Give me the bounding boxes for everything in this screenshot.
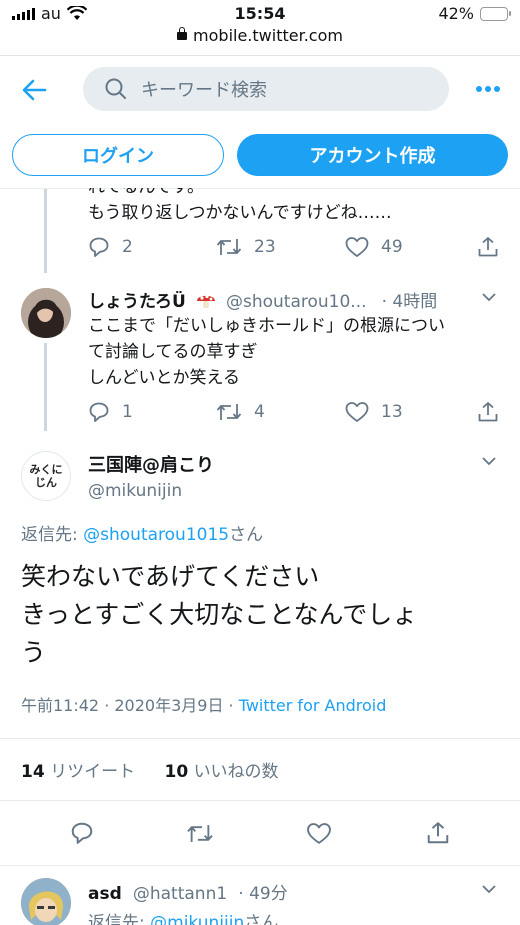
tweet-header: しょうたろÜ @shoutarou10... · 4時間 (88, 287, 437, 312)
share-icon[interactable] (477, 401, 499, 423)
reply-icon[interactable] (70, 821, 94, 845)
url-bar[interactable]: mobile.twitter.com (0, 26, 520, 52)
like-count: 13 (381, 402, 403, 422)
reply-suffix: さん (229, 525, 264, 545)
reply-icon (89, 237, 109, 257)
heart-icon (345, 402, 369, 422)
tweet-text: れてるんです。 もう取り返しつかないんですけどね…… (88, 188, 508, 228)
search-box[interactable]: キーワード検索 (83, 67, 449, 111)
tweet-text: ここまで「だいしゅきホールド」の根源につい て討論してるの草すぎ しんどいとか笑… (88, 313, 508, 391)
like-button[interactable]: 13 (345, 401, 403, 423)
like-label: いいねの数 (193, 762, 279, 782)
user-handle[interactable]: @hattann1 (133, 884, 227, 904)
status-bar: au 15:54 42% (0, 0, 520, 28)
display-name[interactable]: しょうたろÜ (88, 292, 186, 312)
avatar-text: みくに (29, 463, 63, 476)
tweet-header: asd @hattann1 · 49分 (88, 879, 288, 904)
divider (0, 738, 520, 739)
reply-context: 返信先: @mikunijinさん (88, 908, 278, 925)
retweet-icon (216, 239, 242, 255)
tweet-text-line: 笑わないであげてください (21, 562, 320, 591)
tweet-timestamp[interactable]: 午前11:42 · 2020年3月9日 · (21, 696, 239, 715)
auth-bar: ログイン アカウント作成 (0, 134, 520, 178)
search-icon (105, 78, 126, 99)
login-button[interactable]: ログイン (12, 134, 224, 176)
mushroom-emoji-icon (195, 291, 217, 309)
battery-icon (480, 6, 511, 21)
reply-prefix: 返信先: (88, 913, 151, 925)
display-name[interactable]: 三国陣@肩こり (88, 451, 214, 477)
chevron-down-icon[interactable] (482, 884, 496, 894)
reply-count: 2 (122, 237, 133, 257)
tweet-text-line: て討論してるの草すぎ (88, 342, 258, 362)
reply-to-link[interactable]: @mikunijin (150, 913, 244, 925)
divider (0, 865, 520, 866)
retweet-count: 23 (254, 237, 276, 257)
reply-button[interactable]: 2 (88, 236, 133, 258)
author-info[interactable]: 三国陣@肩こり @mikunijin (88, 451, 214, 501)
avatar[interactable]: みくに じん (21, 451, 71, 501)
heart-icon (345, 237, 369, 257)
retweet-button[interactable]: 23 (216, 236, 276, 258)
display-name[interactable]: asd (88, 884, 122, 904)
retweet-count: 4 (254, 402, 265, 422)
avatar-text: じん (35, 476, 57, 489)
url-text: mobile.twitter.com (193, 26, 343, 45)
back-arrow-icon[interactable] (20, 76, 48, 104)
share-icon[interactable] (426, 821, 450, 845)
retweets-stat[interactable]: 14 リツイート (21, 762, 135, 782)
thread-line (44, 189, 47, 273)
tweet-text-line: ここまで「だいしゅきホールド」の根源につい (88, 316, 445, 336)
like-count: 49 (381, 237, 403, 257)
reply-button[interactable]: 1 (88, 401, 133, 423)
battery-info: 42% (438, 4, 511, 23)
tweet-text-line: れてるんです。 (88, 188, 204, 200)
signup-button[interactable]: アカウント作成 (237, 134, 508, 176)
lock-icon (177, 27, 188, 40)
reply-prefix: 返信先: (21, 525, 84, 545)
retweet-icon[interactable] (186, 822, 214, 845)
chevron-down-icon[interactable] (482, 292, 496, 302)
avatar[interactable] (21, 878, 71, 925)
retweet-button[interactable]: 4 (216, 401, 265, 423)
tweet-time[interactable]: · 49分 (238, 884, 287, 904)
tweet-text-line: もう取り返しつかないんですけどね…… (88, 203, 392, 223)
main-tweet-text: 笑わないであげてください きっとすごく大切なことなんでしょ う (21, 558, 511, 672)
like-total: 10 (164, 762, 189, 782)
like-button[interactable]: 49 (345, 236, 403, 258)
user-handle[interactable]: @shoutarou10... (226, 292, 367, 312)
retweet-total: 14 (21, 762, 45, 782)
retweet-icon (216, 404, 242, 420)
tweet-source[interactable]: Twitter for Android (239, 696, 387, 715)
app-header: キーワード検索 (0, 64, 520, 114)
tweet-text-line: う (21, 638, 47, 667)
reply-suffix: さん (244, 913, 279, 925)
tweet-stats: 14 リツイート 10 いいねの数 (21, 757, 279, 782)
avatar[interactable] (21, 288, 71, 338)
tweet-time[interactable]: · 4時間 (382, 292, 438, 312)
tweet-text-line: しんどいとか笑える (88, 368, 240, 388)
divider (0, 800, 520, 801)
divider (0, 55, 520, 56)
tweet-text-line: きっとすごく大切なことなんでしょ (21, 600, 418, 629)
user-handle[interactable]: @mikunijin (88, 481, 214, 501)
retweet-label: リツイート (50, 762, 136, 782)
reply-context: 返信先: @shoutarou1015さん (21, 520, 263, 545)
reply-to-link[interactable]: @shoutarou1015 (83, 525, 229, 545)
battery-percent: 42% (438, 4, 474, 23)
reply-count: 1 (122, 402, 133, 422)
chevron-down-icon[interactable] (482, 456, 496, 466)
reply-icon (89, 402, 109, 422)
search-placeholder: キーワード検索 (141, 80, 267, 101)
more-options-icon[interactable] (476, 86, 500, 92)
tweet-meta: 午前11:42 · 2020年3月9日 · Twitter for Androi… (21, 692, 386, 716)
share-icon[interactable] (477, 236, 499, 258)
heart-icon[interactable] (306, 822, 332, 845)
likes-stat[interactable]: 10 いいねの数 (164, 762, 278, 782)
thread-line (44, 343, 47, 431)
